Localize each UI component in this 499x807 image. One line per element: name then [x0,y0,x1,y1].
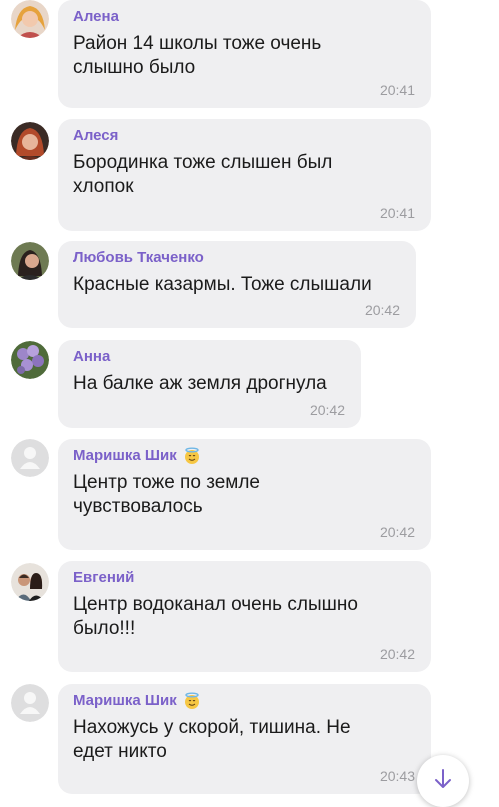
message-time: 20:41 [379,82,415,98]
message-text: Центр тоже по земле чувствовалось [73,472,260,517]
smiling-face-with-halo-icon [183,447,201,465]
avatar[interactable] [11,242,49,280]
arrow-down-icon [431,767,455,796]
author-row: Маришка Шик [73,692,417,710]
message-bubble[interactable]: Евгений Центр водоканал очень слышно был… [58,561,431,672]
message-bubble[interactable]: Алеся Бородинка тоже слышен был хлопок 2… [58,119,431,231]
avatar[interactable] [11,341,49,379]
avatar[interactable] [11,684,49,722]
message-time: 20:42 [379,646,415,662]
smiling-face-with-halo-icon [183,692,201,710]
avatar[interactable] [11,563,49,601]
message-time: 20:42 [364,302,400,318]
scroll-to-bottom-button[interactable] [417,755,469,807]
avatar[interactable] [11,0,49,38]
message-text: Бородинка тоже слышен был хлопок [73,152,333,197]
author-name[interactable]: Любовь Ткаченко [73,249,402,267]
message-bubble[interactable]: Маришка Шик Центр тоже по земле чувствов… [58,439,431,550]
author-name[interactable]: Маришка Шик [73,447,177,465]
message-bubble[interactable]: Любовь Ткаченко Красные казармы. Тоже сл… [58,241,416,328]
author-name[interactable]: Алена [73,8,417,26]
author-row: Маришка Шик [73,447,417,465]
message-time: 20:42 [309,402,345,418]
message-bubble[interactable]: Анна На балке аж земля дрогнула 20:42 [58,340,361,428]
message-text: Красные казармы. Тоже слышали [73,274,372,295]
message-time: 20:41 [379,205,415,221]
message-text: На балке аж земля дрогнула [73,373,327,394]
author-name[interactable]: Анна [73,348,347,366]
avatar[interactable] [11,122,49,160]
message-text: Район 14 школы тоже очень слышно было [73,33,322,78]
author-name[interactable]: Маришка Шик [73,692,177,710]
message-time: 20:42 [379,524,415,540]
message-text: Центр водоканал очень слышно было!!! [73,594,358,639]
message-bubble[interactable]: Алена Район 14 школы тоже очень слышно б… [58,0,431,108]
author-name[interactable]: Алеся [73,127,417,145]
message-text: Нахожусь у скорой, тишина. Не едет никто [73,717,351,762]
avatar[interactable] [11,439,49,477]
author-name[interactable]: Евгений [73,569,417,587]
message-time: 20:43 [379,768,415,784]
message-bubble[interactable]: Маришка Шик Нахожусь у скорой, тишина. Н… [58,684,431,794]
